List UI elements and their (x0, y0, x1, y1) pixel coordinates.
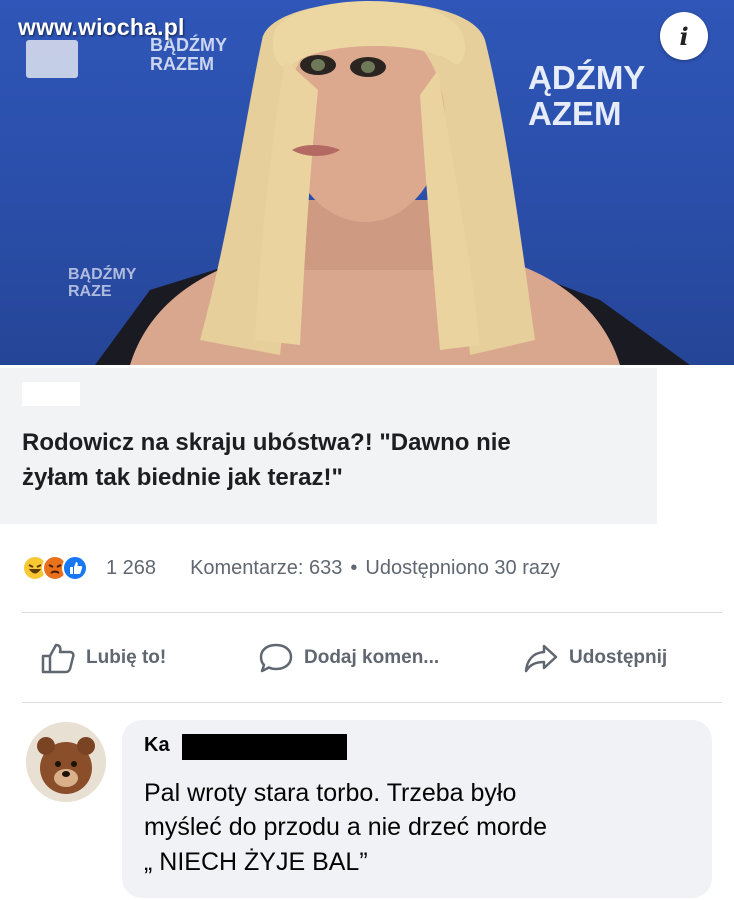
comment-author[interactable]: Ka (144, 734, 170, 757)
comment-bubble: Ka Pal wroty stara torbo. Trzeba było my… (122, 720, 712, 898)
share-button-label: Udostępnij (569, 647, 668, 668)
like-button-label: Lubię to! (86, 647, 167, 668)
post-photo[interactable]: BĄDŹMY RAZEM ĄDŹMY AZEM BĄDŹMY RAZE www.wio… (0, 0, 734, 365)
like-button[interactable]: Lubię to! (40, 642, 250, 674)
headline-line-1: Rodowicz na skraju ubóstwa?! "Dawno nie (22, 429, 511, 456)
commenter-avatar[interactable] (26, 722, 106, 802)
divider-top (22, 612, 722, 613)
link-preview-card[interactable]: Rodowicz na skraju ubóstwa?! "Dawno nie … (0, 368, 657, 524)
comment-line-3: „ NIECH ŻYJE BAL” (144, 847, 368, 876)
avatar-image (26, 722, 106, 802)
comment-line-1: Pal wroty stara torbo. Trzeba było (144, 779, 517, 807)
comment-button-label: Dodaj komen... (304, 647, 440, 668)
person-illustration (95, 1, 690, 365)
info-icon[interactable]: i (660, 12, 708, 60)
headline-line-2: żyłam tak biednie jak teraz!" (22, 463, 343, 491)
comment-line-2: myśleć do przodu a nie drzeć morde (144, 813, 547, 842)
author-name-redaction (182, 734, 347, 760)
share-arrow-icon (524, 644, 558, 673)
share-button[interactable]: Udostępnij (523, 642, 667, 674)
stats-separator: • (350, 556, 358, 579)
comment-button[interactable]: Dodaj komen... (258, 642, 523, 674)
source-redaction (22, 382, 80, 406)
reaction-count[interactable]: 1 268 (106, 557, 156, 580)
headline-title[interactable]: Rodowicz na skraju ubóstwa?! "Dawno nie … (22, 426, 652, 496)
thumbs-up-icon (41, 643, 75, 674)
like-reaction-icon (62, 555, 88, 581)
shares-count[interactable]: Udostępniono 30 razy (365, 557, 560, 580)
reactions-bar: 1 268 Komentarze: 633 • Udostępniono 30 … (22, 552, 722, 584)
comment-bubble-icon (259, 643, 293, 673)
comment-text: Pal wroty stara torbo. Trzeba było myśle… (144, 776, 704, 879)
comments-count[interactable]: Komentarze: 633 (190, 557, 342, 580)
site-watermark: www.wiocha.pl (18, 14, 185, 40)
post-actions: Lubię to! Dodaj komen... Udostępnij (40, 636, 720, 680)
divider-bottom (22, 702, 722, 703)
reaction-icons[interactable] (22, 555, 88, 581)
